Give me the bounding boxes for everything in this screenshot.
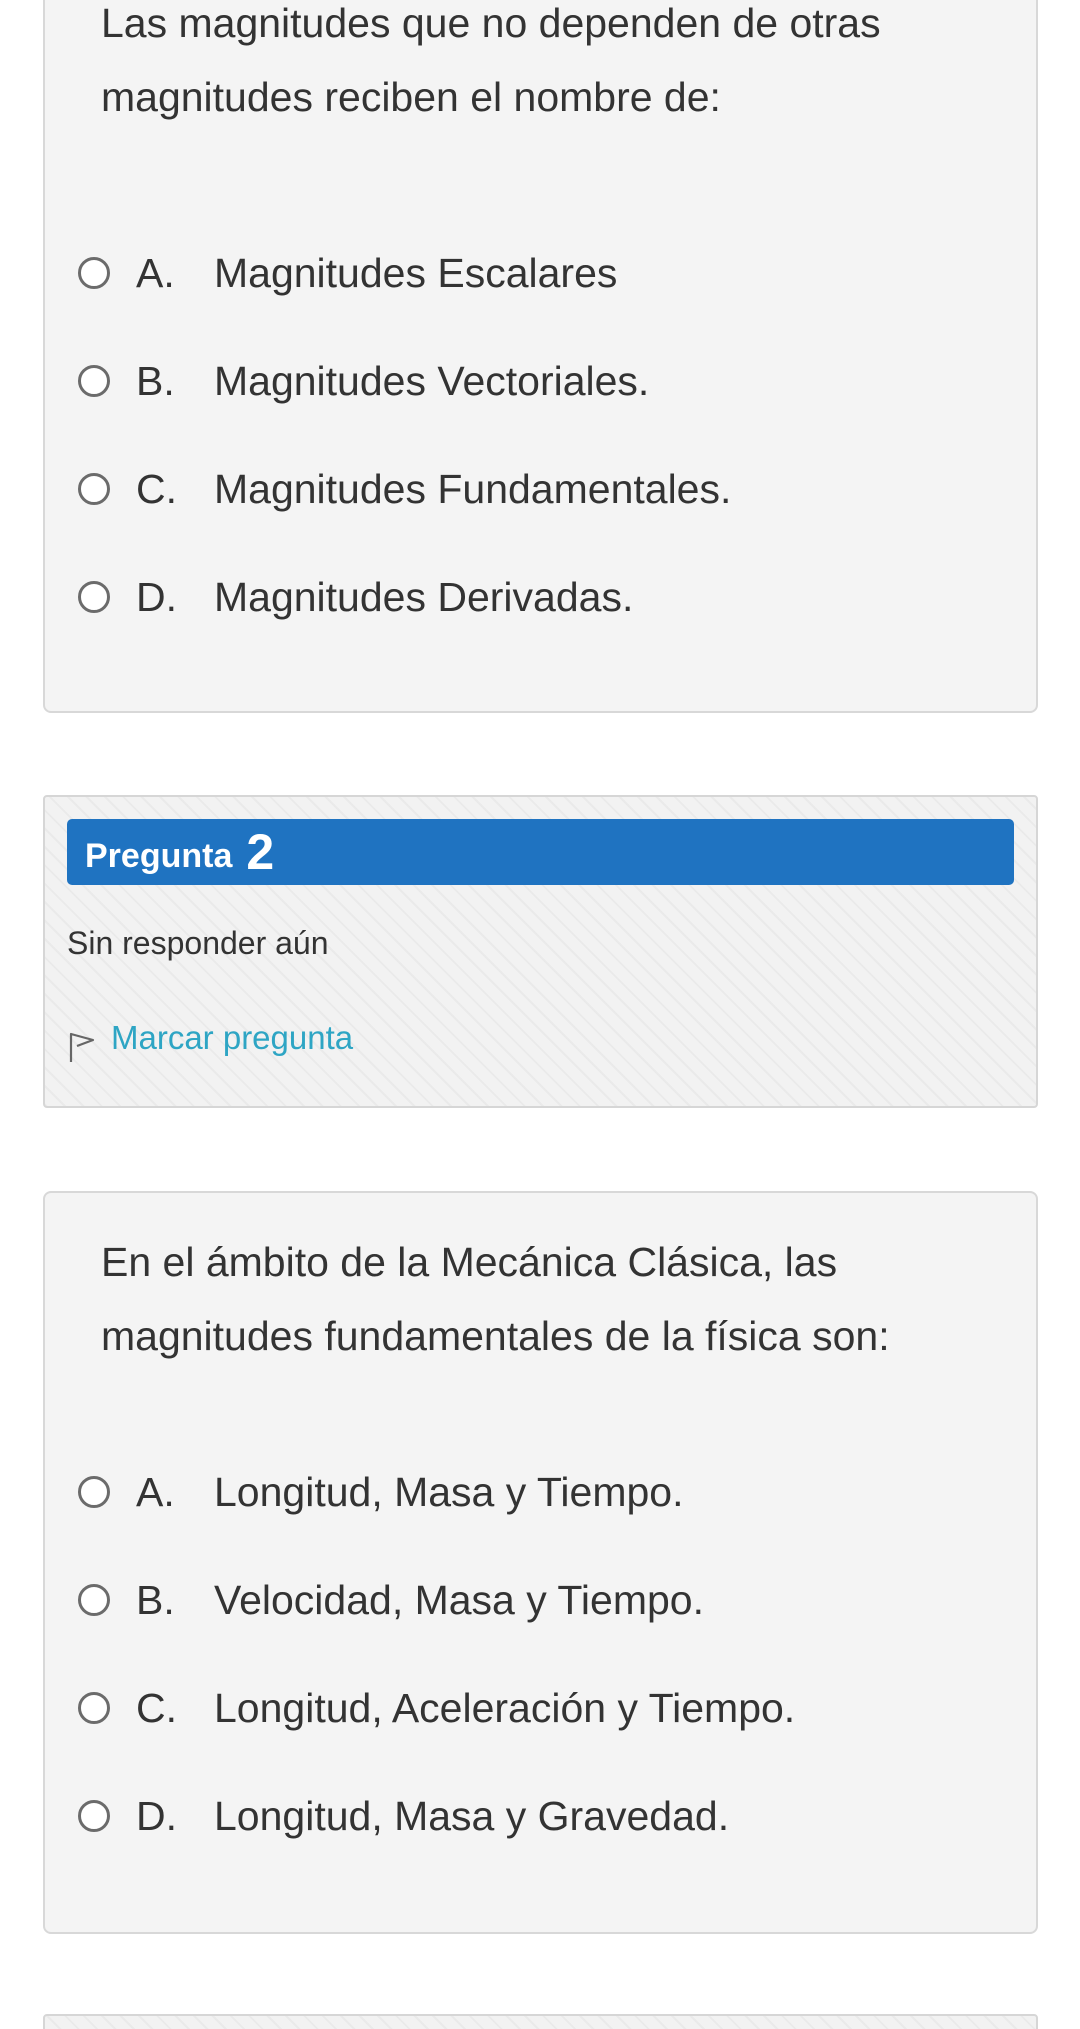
option-letter: C. bbox=[136, 1684, 177, 1731]
question-2-answers: A. Longitud, Masa y Tiempo. B. Velocidad… bbox=[78, 1438, 1050, 1870]
question-label: Pregunta bbox=[85, 836, 233, 875]
question-1-text: Las magnitudes que no dependen de otras … bbox=[101, 0, 881, 120]
next-question-info bbox=[43, 2014, 1038, 2029]
option-letter: D. bbox=[136, 1792, 177, 1839]
flag-icon bbox=[69, 1032, 95, 1062]
option-text: Velocidad, Masa y Tiempo. bbox=[214, 1576, 704, 1623]
question-1-answers: A. Magnitudes Escalares B. Magnitudes Ve… bbox=[78, 219, 1050, 651]
option-text: Magnitudes Fundamentales. bbox=[214, 465, 732, 512]
option-letter: D. bbox=[136, 573, 177, 620]
question-2-info: Pregunta 2 Sin responder aún Marcar preg… bbox=[43, 795, 1038, 1108]
flag-question-label[interactable]: Marcar pregunta bbox=[111, 1019, 353, 1057]
radio-button[interactable] bbox=[78, 1800, 110, 1832]
option-letter: B. bbox=[136, 1576, 175, 1623]
question-status: Sin responder aún bbox=[67, 925, 329, 961]
flag-question-link[interactable]: Marcar pregunta bbox=[67, 1019, 353, 1062]
question-number: 2 bbox=[246, 824, 275, 880]
option-text: Longitud, Masa y Tiempo. bbox=[214, 1468, 684, 1515]
radio-button[interactable] bbox=[78, 365, 110, 397]
option-letter: A. bbox=[136, 1468, 175, 1515]
option-text: Longitud, Aceleración y Tiempo. bbox=[214, 1684, 796, 1731]
option-text: Magnitudes Derivadas. bbox=[214, 573, 634, 620]
radio-button[interactable] bbox=[78, 1692, 110, 1724]
question-2-option-a[interactable]: A. Longitud, Masa y Tiempo. bbox=[78, 1438, 1050, 1546]
option-text: Magnitudes Vectoriales. bbox=[214, 357, 650, 404]
option-letter: C. bbox=[136, 465, 177, 512]
radio-button[interactable] bbox=[78, 473, 110, 505]
option-text: Magnitudes Escalares bbox=[214, 249, 618, 296]
question-2-text: En el ámbito de la Mecánica Clásica, las… bbox=[101, 1239, 890, 1359]
option-text: Longitud, Masa y Gravedad. bbox=[214, 1792, 730, 1839]
question-1-option-c[interactable]: C. Magnitudes Fundamentales. bbox=[78, 435, 1050, 543]
question-2-header: Pregunta 2 bbox=[67, 819, 1014, 885]
quiz-page: Las magnitudes que no dependen de otras … bbox=[0, 0, 1080, 2029]
question-2-option-b[interactable]: B. Velocidad, Masa y Tiempo. bbox=[78, 1546, 1050, 1654]
question-2-option-d[interactable]: D. Longitud, Masa y Gravedad. bbox=[78, 1762, 1050, 1870]
question-1-option-b[interactable]: B. Magnitudes Vectoriales. bbox=[78, 327, 1050, 435]
radio-button[interactable] bbox=[78, 1476, 110, 1508]
radio-button[interactable] bbox=[78, 581, 110, 613]
question-1-option-a[interactable]: A. Magnitudes Escalares bbox=[78, 219, 1050, 327]
question-2-option-c[interactable]: C. Longitud, Aceleración y Tiempo. bbox=[78, 1654, 1050, 1762]
radio-button[interactable] bbox=[78, 257, 110, 289]
option-letter: B. bbox=[136, 357, 175, 404]
option-letter: A. bbox=[136, 249, 175, 296]
question-1-option-d[interactable]: D. Magnitudes Derivadas. bbox=[78, 543, 1050, 651]
radio-button[interactable] bbox=[78, 1584, 110, 1616]
